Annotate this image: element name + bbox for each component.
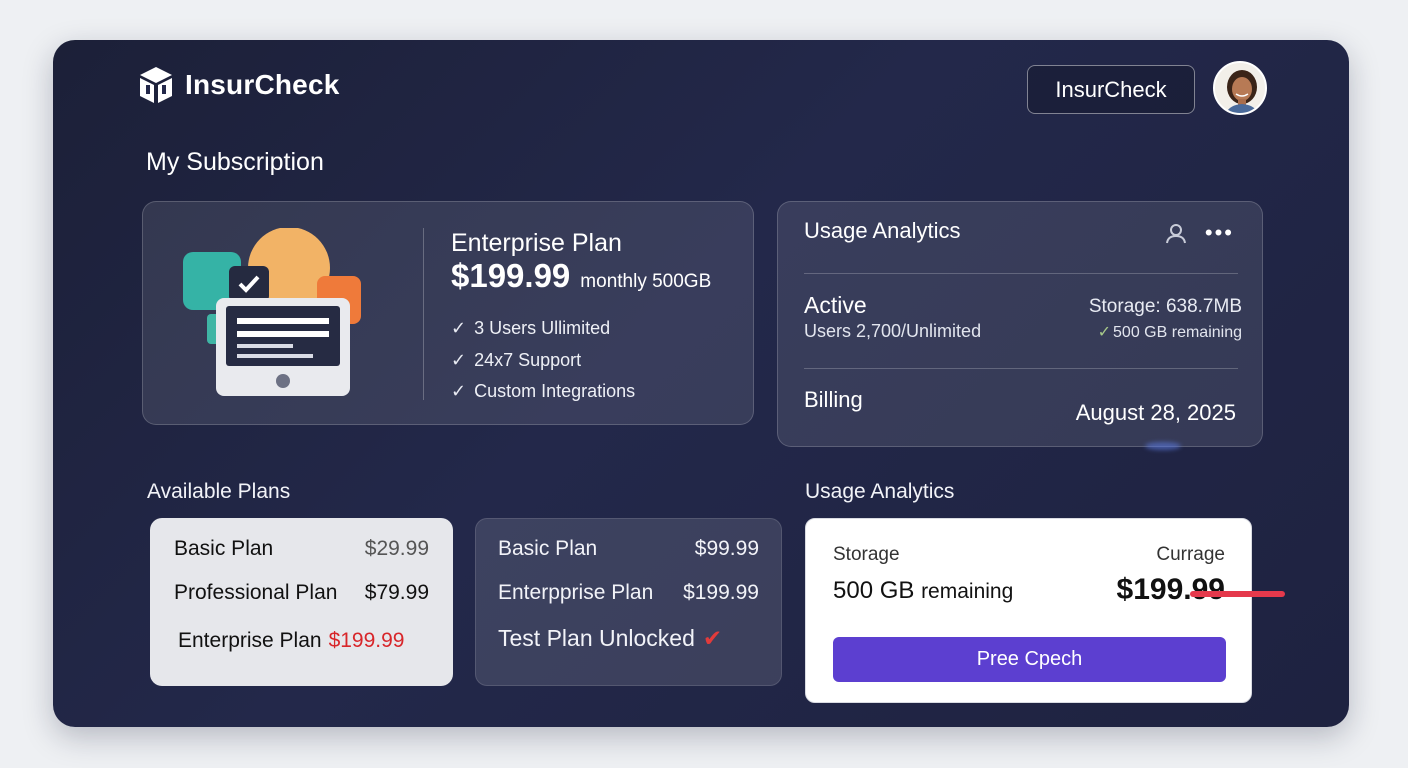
plan-name: Enterprise Plan — [178, 629, 322, 652]
logo[interactable]: InsurCheck — [137, 65, 340, 105]
plan-row[interactable]: Basic Plan $99.99 — [498, 537, 759, 561]
plan-name: Basic Plan — [174, 537, 274, 560]
subscription-illustration-icon — [183, 228, 361, 396]
plans-card-light: Basic Plan $29.99 Professional Plan $79.… — [150, 518, 453, 686]
logo-text: InsurCheck — [185, 69, 340, 100]
active-users: Users 2,700/Unlimited — [804, 321, 982, 341]
plan-name: Professional Plan — [174, 581, 338, 604]
strikethrough-mark — [1190, 591, 1285, 597]
current-plan-price-row: $199.99 monthly 500GB — [451, 257, 711, 295]
plan-price: $29.99 — [364, 537, 429, 560]
available-plans-title: Available Plans — [147, 480, 291, 503]
usage-summary-title: Usage Analytics — [805, 480, 955, 503]
app-window: InsurCheck InsurCheck My Subscription En… — [53, 40, 1349, 727]
billing-label: Billing — [804, 387, 863, 412]
divider — [804, 368, 1238, 369]
plan-price: $79.99 — [364, 581, 429, 604]
insurcheck-button[interactable]: InsurCheck — [1027, 65, 1195, 114]
page-title: My Subscription — [146, 148, 324, 176]
avatar-image — [1215, 63, 1265, 113]
feature-item: ✓ 24x7 Support — [451, 345, 635, 377]
feature-list: ✓ 3 Users Ullimited ✓ 24x7 Support ✓ Custom… — [451, 313, 635, 408]
current-plan-price: $199.99 — [451, 257, 571, 294]
feature-item: ✓ Custom Integrations — [451, 376, 635, 408]
usage-actions: ••• — [1165, 222, 1234, 244]
plan-row[interactable]: Professional Plan $79.99 — [174, 581, 429, 605]
plans-card-dark: Basic Plan $99.99 Enterpprise Plan $199.… — [475, 518, 782, 686]
plan-price: $99.99 — [694, 537, 759, 560]
primary-action-button[interactable]: Pree Cpech — [833, 637, 1226, 682]
checkmark-icon: ✔ — [702, 625, 723, 651]
feature-label: Custom Integrations — [474, 381, 636, 402]
plan-price: $199.99 — [328, 629, 405, 652]
usage-summary-card: Storage Currage 500 GB remaining $199.99… — [805, 518, 1252, 703]
billing-date: August 28, 2025 — [1075, 400, 1236, 425]
storage-used: Storage: 638.7MB — [1088, 296, 1242, 317]
storage-remaining: ✓ 500 GB remaining — [1098, 322, 1242, 342]
usage-analytics-card: Usage Analytics ••• Active Users 2,700/U… — [777, 201, 1263, 447]
plan-name: Enterpprise Plan — [498, 581, 654, 604]
feature-label: 24x7 Support — [474, 349, 582, 370]
feature-item: ✓ 3 Users Ullimited — [451, 313, 635, 345]
current-plan-suffix: monthly 500GB — [580, 271, 712, 292]
user-icon[interactable] — [1165, 222, 1187, 244]
subscription-card: Enterprise Plan $199.99 monthly 500GB ✓ 3… — [142, 201, 754, 425]
cube-logo-icon — [140, 67, 172, 103]
active-label: Active — [804, 292, 867, 318]
remaining-storage: 500 GB remaining — [833, 577, 1013, 605]
storage-label: Storage — [833, 544, 900, 565]
divider — [804, 273, 1238, 274]
plan-row[interactable]: Enterprise Plan $199.99 — [178, 629, 429, 653]
check-icon: ✓ — [451, 349, 467, 370]
plan-row[interactable]: Enterpprise Plan $199.99 — [498, 581, 759, 605]
remaining-word: remaining — [921, 580, 1014, 603]
plan-name: Basic Plan — [498, 537, 598, 560]
usage-analytics-title: Usage Analytics — [804, 218, 961, 243]
card-divider — [423, 228, 424, 400]
more-options-icon[interactable]: ••• — [1205, 222, 1234, 244]
check-icon: ✓ — [1097, 324, 1112, 341]
currage-label: Currage — [1156, 544, 1225, 565]
remaining-value: 500 GB — [833, 577, 915, 604]
check-icon: ✓ — [451, 318, 467, 339]
plan-price: $199.99 — [683, 581, 759, 604]
decorative-glow — [1145, 442, 1181, 450]
plan-row[interactable]: Test Plan Unlocked ✔ — [498, 625, 759, 652]
current-plan-name: Enterprise Plan — [451, 229, 622, 257]
storage-remaining-text: 500 GB remaining — [1113, 324, 1242, 341]
feature-label: 3 Users Ullimited — [474, 318, 611, 339]
avatar[interactable] — [1213, 61, 1267, 115]
plan-row[interactable]: Basic Plan $29.99 — [174, 537, 429, 561]
plan-name: Test Plan Unlocked — [498, 625, 695, 651]
check-icon: ✓ — [451, 381, 467, 402]
summary-price: $199.99 — [1116, 573, 1225, 606]
